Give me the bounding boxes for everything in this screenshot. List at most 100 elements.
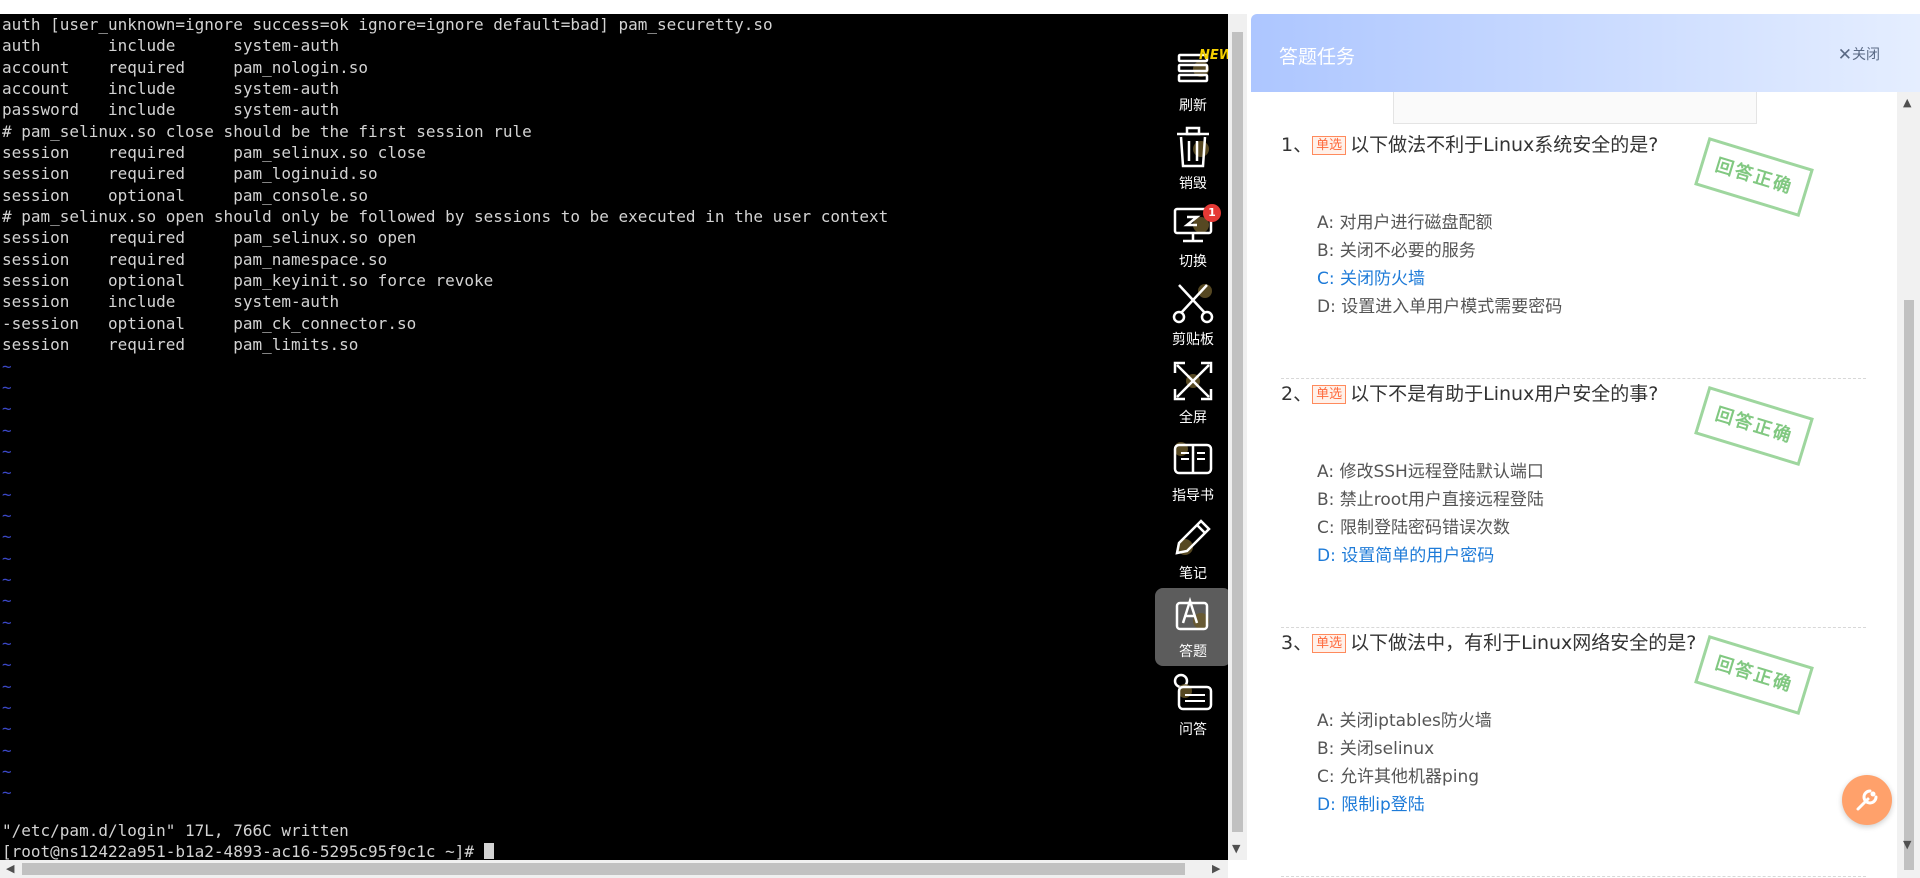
fullscreen-button[interactable]: 全屏 (1155, 354, 1228, 432)
vertical-scroll-thumb[interactable] (1232, 32, 1243, 832)
qa-button[interactable]: 问答 (1155, 666, 1228, 744)
close-icon: ✕ (1837, 45, 1852, 65)
close-button[interactable]: ✕关闭 (1838, 44, 1880, 65)
side-toolbar: NEW 刷新 销毁 (1155, 42, 1228, 744)
answer-option[interactable]: A: 修改SSH远程登陆默认端口 (1317, 457, 1544, 482)
close-label: 关闭 (1852, 47, 1880, 63)
empty-line-tilde: ~ (2, 698, 12, 717)
refresh-label: 刷新 (1179, 98, 1207, 114)
destroy-button[interactable]: 销毁 (1155, 120, 1228, 198)
terminal-status: "/etc/pam.d/login" 17L, 766C written [ro… (2, 820, 494, 860)
refresh-button[interactable]: NEW 刷新 (1155, 42, 1228, 120)
switch-badge: 1 (1203, 204, 1221, 222)
answer-option[interactable]: A: 关闭iptables防火墙 (1317, 706, 1492, 731)
terminal-line: password include system-auth (2, 100, 340, 120)
switch-label: 切换 (1179, 254, 1207, 270)
empty-line-tilde: ~ (2, 420, 12, 440)
question-text: 以下做法不利于Linux系统安全的是? (1350, 134, 1659, 156)
answer-panel: 答题任务 ✕关闭 1、单选 以下做法不利于Linux系统安全的是? A: 对用户进行… (1247, 0, 1920, 878)
guide-button[interactable]: 指导书 (1155, 432, 1228, 510)
terminal-line: auth [user_unknown=ignore success=ok ign… (2, 15, 773, 34)
correct-answer-stamp: 回答正确 (1694, 137, 1814, 217)
single-choice-tag: 单选 (1312, 634, 1347, 653)
clipboard-label: 剪贴板 (1172, 332, 1214, 348)
wrench-icon (1856, 789, 1878, 811)
destroy-label: 销毁 (1179, 176, 1207, 192)
question-card: 2、 单选 以下不是有助于Linux用户安全的事? A: 修改SSH远程登陆默认端口 B… (1281, 379, 1866, 628)
empty-line-tilde: ~ (2, 569, 12, 589)
empty-line-tilde: ~ (2, 527, 12, 547)
terminal-line: session required pam_loginuid.so (2, 164, 378, 184)
empty-line-tilde: ~ (2, 633, 12, 653)
answer-option[interactable]: D: 设置进入单用户模式需要密码 (1317, 292, 1562, 317)
terminal-line: session optional pam_console.so (2, 185, 369, 205)
terminal-line: session required pam_namespace.so (2, 249, 388, 269)
question-card: 1、 单选 以下做法不利于Linux系统安全的是? A: 对用户进行磁盘配额 B: 关闭… (1281, 130, 1866, 379)
question-list[interactable]: 1、单选 以下做法不利于Linux系统安全的是? A: 对用户进行磁盘配额 B: 关闭… (1247, 92, 1897, 878)
terminal-line: account include system-auth (2, 79, 340, 99)
write-message: "/etc/pam.d/login" 17L, 766C written (2, 821, 349, 840)
answer-option[interactable]: B: 关闭selinux (1317, 734, 1434, 759)
guide-label: 指导书 (1172, 488, 1214, 504)
pencil-icon (1175, 519, 1211, 555)
new-tag: NEW (1199, 48, 1228, 63)
terminal-line: session required pam_limits.so (2, 335, 359, 355)
answer-option[interactable]: C: 限制登陆密码错误次数 (1317, 513, 1510, 538)
answer-option[interactable]: D: 限制ip登陆 (1317, 790, 1425, 815)
question-card: 3、 单选 以下做法中，有利于Linux网络安全的是? A: 关闭iptables防火… (1281, 628, 1866, 877)
answer-option[interactable]: C: 允许其他机器ping (1317, 762, 1479, 787)
empty-line-tilde: ~ (2, 484, 12, 504)
fullscreen-label: 全屏 (1179, 410, 1207, 426)
question-number: 1、 (1281, 134, 1313, 156)
question-text: 以下不是有助于Linux用户安全的事? (1350, 383, 1659, 405)
prompt-text: [root@ns12422a951-b1a2-4893-ac16-5295c95… (2, 842, 484, 860)
panel-scrollbar[interactable]: ▲ ▼ (1897, 92, 1920, 878)
empty-line-tilde: ~ (2, 612, 12, 632)
empty-line-tilde: ~ (2, 441, 12, 461)
horizontal-scroll-thumb[interactable] (22, 863, 1185, 875)
empty-line-tilde: ~ (2, 783, 12, 803)
notes-label: 笔记 (1179, 566, 1207, 582)
empty-line-tilde: ~ (2, 719, 12, 739)
answer-option[interactable]: A: 对用户进行磁盘配额 (1317, 208, 1492, 233)
scroll-right-icon[interactable]: ▶ (1212, 862, 1220, 875)
terminal-screen[interactable]: auth [user_unknown=ignore success=ok ign… (0, 14, 1228, 860)
empty-line-tilde: ~ (2, 655, 12, 675)
answer-option[interactable]: C: 关闭防火墙 (1317, 264, 1425, 289)
clipboard-button[interactable]: 剪贴板 (1155, 276, 1228, 354)
quiz-icon (1175, 596, 1209, 631)
switch-button[interactable]: 1 切换 (1155, 198, 1228, 276)
shell-prompt: [root@ns12422a951-b1a2-4893-ac16-5295c95… (2, 841, 494, 860)
answer-option[interactable]: B: 关闭不必要的服务 (1317, 236, 1476, 261)
answer-button[interactable]: 答题 (1155, 588, 1228, 666)
scroll-up-icon[interactable]: ▲ (1903, 96, 1911, 109)
qa-list-icon (1173, 673, 1213, 711)
question-number: 2、 (1281, 383, 1313, 405)
terminal-line: session required pam_selinux.so open (2, 228, 417, 248)
answer-option[interactable]: B: 禁止root用户直接远程登陆 (1317, 485, 1544, 510)
empty-line-tilde: ~ (2, 463, 12, 483)
book-icon (1173, 442, 1213, 475)
tools-fab-button[interactable] (1842, 775, 1892, 825)
qa-label: 问答 (1179, 722, 1207, 738)
terminal-vertical-scrollbar[interactable]: ▼ (1228, 14, 1247, 860)
scroll-down-icon[interactable]: ▼ (1232, 842, 1240, 855)
empty-line-tilde: ~ (2, 377, 12, 397)
panel-header: 答题任务 ✕关闭 (1251, 14, 1920, 92)
question-title: 3、 单选 以下做法中，有利于Linux网络安全的是? (1281, 628, 1696, 655)
notes-button[interactable]: 笔记 (1155, 510, 1228, 588)
empty-line-tilde: ~ (2, 356, 12, 376)
answer-option[interactable]: D: 设置简单的用户密码 (1317, 541, 1494, 566)
terminal-content: auth [user_unknown=ignore success=ok ign… (2, 14, 888, 804)
question-number: 3、 (1281, 632, 1313, 654)
terminal-horizontal-scrollbar[interactable]: ◀ ▶ (0, 860, 1228, 878)
terminal-line: # pam_selinux.so open should only be fol… (2, 207, 889, 227)
empty-line-tilde: ~ (2, 676, 12, 696)
previous-card (1393, 92, 1757, 124)
scroll-down-icon[interactable]: ▼ (1903, 838, 1911, 851)
terminal-line: auth include system-auth (2, 36, 340, 56)
single-choice-tag: 单选 (1312, 385, 1347, 404)
terminal-line: # pam_selinux.so close should be the fir… (2, 121, 532, 141)
panel-scroll-thumb[interactable] (1904, 300, 1914, 870)
scroll-left-icon[interactable]: ◀ (6, 862, 14, 875)
